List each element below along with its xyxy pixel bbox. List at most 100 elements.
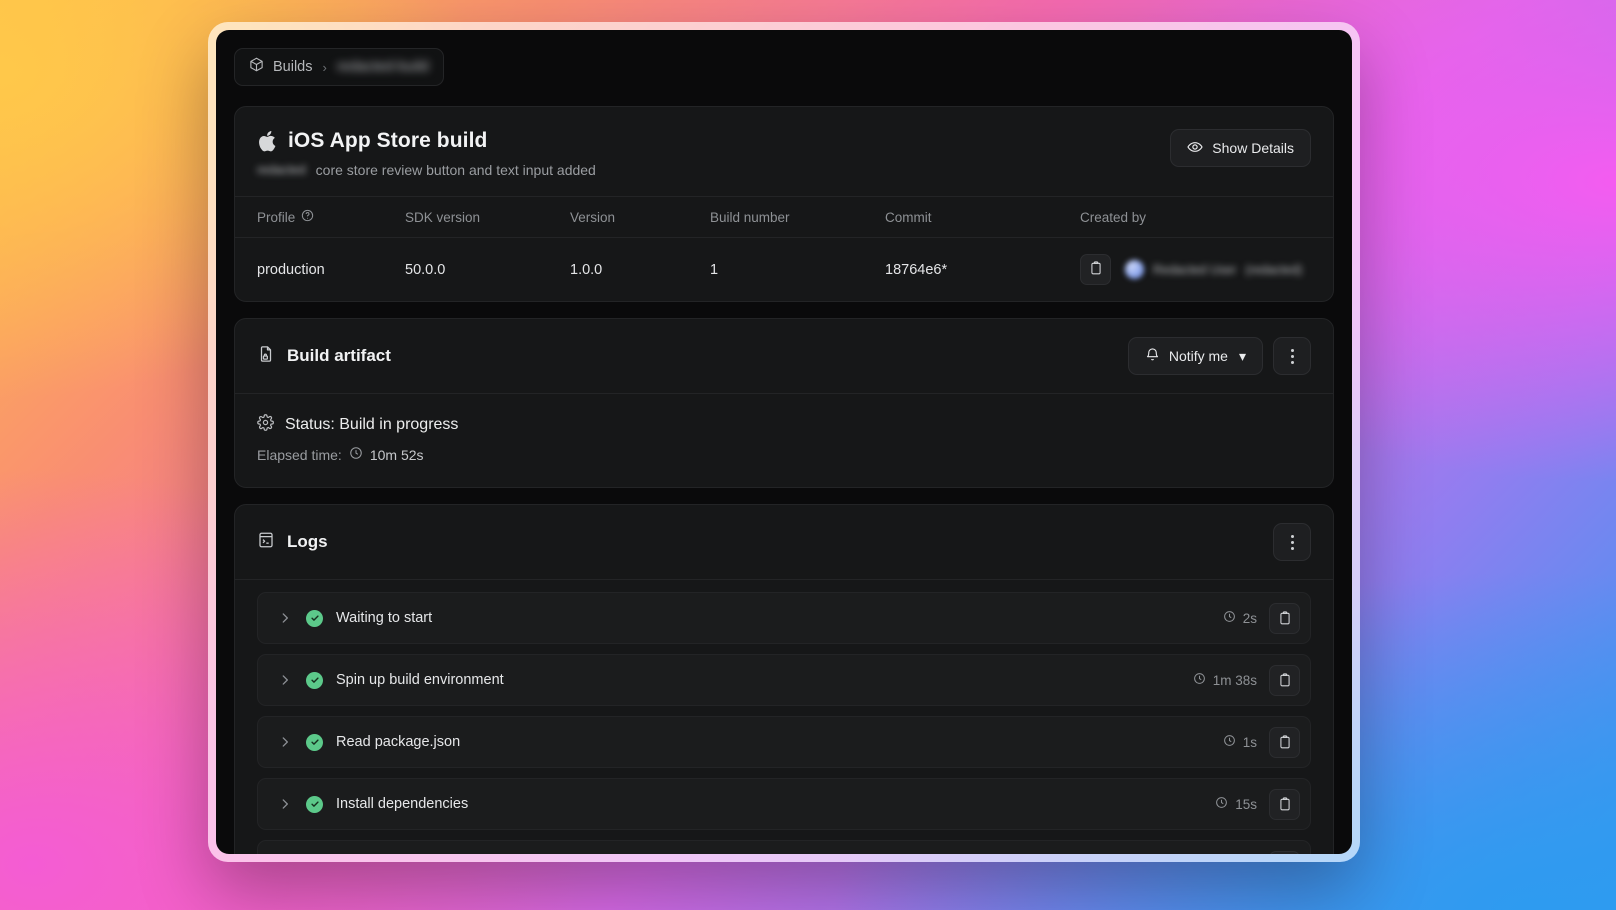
- build-artifact-header: Build artifact Notify me ▾: [235, 319, 1333, 394]
- clipboard-icon: [1279, 611, 1290, 625]
- notify-me-button[interactable]: Notify me ▾: [1127, 337, 1263, 375]
- cell-sdk-version: 50.0.0: [405, 261, 446, 278]
- column-header-profile: Profile: [235, 196, 405, 238]
- app-window: Builds › redacted-build iOS App Store bu…: [216, 30, 1352, 854]
- build-status-body: Status: Build in progress Elapsed time: …: [235, 394, 1333, 487]
- log-step-duration: 1m 38s: [1193, 672, 1257, 688]
- breadcrumb-separator: ›: [322, 59, 327, 75]
- build-artifact-actions: Notify me ▾: [1127, 337, 1311, 375]
- chevron-right-icon[interactable]: [274, 611, 296, 625]
- file-lock-icon: [257, 345, 275, 368]
- build-title-row: iOS App Store build: [257, 129, 596, 153]
- build-status-text: Status: Build in progress: [285, 416, 459, 433]
- logs-list: Waiting to start 2s Spin up build enviro…: [235, 580, 1333, 854]
- cell-version: 1.0.0: [570, 261, 603, 278]
- build-artifact-title: Build artifact: [287, 346, 391, 365]
- column-header-created-by: Created by: [1080, 196, 1333, 238]
- column-header-commit: Commit: [885, 196, 1080, 238]
- copy-log-button[interactable]: [1269, 664, 1300, 696]
- log-step-label: Waiting to start: [336, 610, 433, 626]
- chevron-right-icon[interactable]: [274, 735, 296, 749]
- success-check-icon: [306, 671, 323, 689]
- cell-build-number: 1: [710, 261, 719, 278]
- chevron-down-icon: ▾: [1238, 347, 1246, 364]
- copy-commit-button[interactable]: [1080, 254, 1111, 285]
- clock-icon: [1223, 610, 1236, 626]
- breadcrumb-root[interactable]: Builds: [273, 59, 313, 75]
- clock-icon: [349, 446, 363, 463]
- success-check-icon: [306, 795, 323, 813]
- logs-menu-button[interactable]: [1273, 523, 1311, 561]
- avatar-and-name: Redacted User (redacted): [1125, 260, 1302, 279]
- copy-log-button[interactable]: [1269, 850, 1300, 854]
- build-sha-badge: redacted: [257, 163, 306, 177]
- cube-icon: [249, 57, 264, 77]
- avatar: [1125, 260, 1144, 279]
- chevron-right-icon[interactable]: [274, 673, 296, 687]
- success-check-icon: [306, 733, 323, 751]
- clipboard-icon: [1279, 735, 1290, 749]
- column-header-build-number: Build number: [710, 196, 885, 238]
- terminal-icon: [257, 531, 275, 554]
- table-row: production 50.0.0 1.0.0 1 18764e6* Redac…: [235, 238, 1333, 302]
- log-step-duration: 1s: [1223, 734, 1257, 750]
- kebab-menu-icon: [1290, 348, 1294, 364]
- log-step-label: Read package.json: [336, 734, 461, 750]
- breadcrumb[interactable]: Builds › redacted-build: [234, 48, 444, 86]
- success-check-icon: [306, 609, 323, 627]
- show-details-label: Show Details: [1212, 140, 1294, 156]
- build-header-text: iOS App Store build redacted core store …: [257, 129, 596, 178]
- log-step-duration: 15s: [1215, 796, 1257, 812]
- build-artifact-title-row: Build artifact: [257, 345, 391, 368]
- cell-commit: 18764e6*: [885, 261, 948, 278]
- list-item[interactable]: Spin up build environment 1m 38s: [257, 654, 1311, 706]
- clipboard-icon: [1089, 260, 1103, 279]
- log-step-duration: 2s: [1223, 610, 1257, 626]
- question-circle-icon[interactable]: [301, 209, 314, 225]
- gear-icon: [257, 414, 274, 436]
- log-step-duration-value: 1s: [1242, 734, 1257, 750]
- elapsed-time-value: 10m 52s: [369, 446, 424, 463]
- list-item[interactable]: Read package.json 1s: [257, 716, 1311, 768]
- list-item[interactable]: Install dependencies 15s: [257, 778, 1311, 830]
- log-step-duration-value: 2s: [1242, 610, 1257, 626]
- eye-icon: [1187, 139, 1203, 158]
- breadcrumb-current[interactable]: redacted-build: [337, 59, 429, 75]
- build-status-row: Status: Build in progress: [257, 414, 1311, 436]
- notify-me-label: Notify me: [1168, 348, 1228, 364]
- logs-header: Logs: [235, 505, 1333, 580]
- copy-log-button[interactable]: [1269, 726, 1300, 758]
- page-title: iOS App Store build: [288, 129, 488, 152]
- log-step-duration-value: 1m 38s: [1212, 672, 1257, 688]
- clock-icon: [1223, 734, 1236, 750]
- log-step-label: Install dependencies: [336, 796, 469, 812]
- show-details-button[interactable]: Show Details: [1170, 129, 1311, 167]
- logs-title-row: Logs: [257, 531, 328, 554]
- created-by-handle: (redacted): [1245, 262, 1303, 277]
- column-header-sdk-version: SDK version: [405, 196, 570, 238]
- clock-icon: [1193, 672, 1206, 688]
- build-summary-card: iOS App Store build redacted core store …: [234, 106, 1334, 302]
- clipboard-icon: [1279, 797, 1290, 811]
- list-item[interactable]: Read app config 1s: [257, 840, 1311, 854]
- window-frame: Builds › redacted-build iOS App Store bu…: [208, 22, 1360, 862]
- build-subtitle: core store review button and text input …: [315, 162, 596, 178]
- cell-created-by: Redacted User (redacted): [1080, 238, 1333, 302]
- artifact-menu-button[interactable]: [1273, 337, 1311, 375]
- elapsed-time-label: Elapsed time:: [257, 446, 342, 463]
- list-item[interactable]: Waiting to start 2s: [257, 592, 1311, 644]
- elapsed-time-row: Elapsed time: 10m 52s: [257, 446, 1311, 463]
- copy-log-button[interactable]: [1269, 788, 1300, 820]
- column-header-profile-label: Profile: [257, 209, 296, 225]
- chevron-right-icon[interactable]: [274, 797, 296, 811]
- clock-icon: [1215, 796, 1228, 812]
- table-header-row: Profile SDK version Version Build number…: [235, 196, 1333, 238]
- log-step-label: Spin up build environment: [336, 672, 504, 688]
- cell-profile: production: [257, 261, 325, 278]
- apple-icon: [257, 130, 276, 152]
- copy-log-button[interactable]: [1269, 602, 1300, 634]
- build-artifact-card: Build artifact Notify me ▾ Status: Build…: [234, 318, 1334, 488]
- column-header-version: Version: [570, 196, 710, 238]
- log-step-duration-value: 15s: [1235, 796, 1257, 812]
- window-content: Builds › redacted-build iOS App Store bu…: [216, 30, 1352, 854]
